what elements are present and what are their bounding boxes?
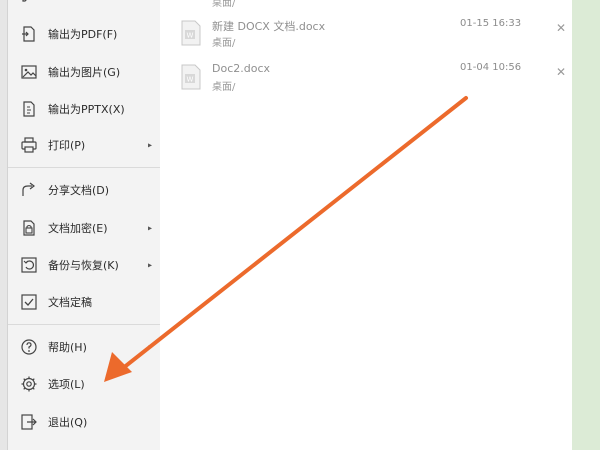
recent-file-row[interactable]: W 新建 DOCX 文档.docx 桌面/ 01-15 16:33 ✕ bbox=[160, 14, 572, 62]
menu-item-label: 输出为PPTX(X) bbox=[48, 103, 125, 116]
file-path-partial: 桌面/ bbox=[212, 0, 236, 9]
docx-file-icon: W bbox=[181, 20, 201, 46]
edit-icon bbox=[20, 0, 38, 3]
printer-icon bbox=[20, 136, 38, 154]
menu-item-export-image[interactable]: 输出为图片(G) bbox=[8, 56, 160, 88]
submenu-arrow-icon: ▸ bbox=[147, 260, 152, 270]
file-path: 桌面/ bbox=[212, 82, 236, 93]
gear-icon bbox=[20, 375, 38, 393]
file-modified-time: 01-15 16:33 bbox=[460, 18, 522, 29]
menu-item-encrypt[interactable]: 文档加密(E) ▸ bbox=[8, 212, 160, 244]
help-icon bbox=[20, 338, 38, 356]
menu-item-label: 分享文档(D) bbox=[48, 184, 110, 197]
encrypt-icon bbox=[20, 219, 38, 237]
menu-item-label: 帮助(H) bbox=[48, 341, 87, 354]
menu-item-partial-top[interactable] bbox=[8, 0, 160, 10]
menu-item-exit[interactable]: 退出(Q) bbox=[8, 406, 160, 438]
menu-item-export-pptx[interactable]: 输出为PPTX(X) bbox=[8, 93, 160, 125]
file-path: 桌面/ bbox=[212, 38, 236, 49]
pdf-export-icon bbox=[20, 25, 38, 43]
close-icon[interactable]: ✕ bbox=[556, 66, 566, 78]
menu-separator bbox=[8, 167, 160, 168]
image-export-icon bbox=[20, 63, 38, 81]
menu-item-label: 退出(Q) bbox=[48, 416, 88, 429]
menu-item-label: 输出为PDF(F) bbox=[48, 28, 118, 41]
svg-text:W: W bbox=[187, 32, 194, 40]
close-icon[interactable]: ✕ bbox=[556, 22, 566, 34]
file-name: Doc2.docx bbox=[212, 62, 271, 75]
submenu-arrow-icon: ▸ bbox=[147, 140, 152, 150]
menu-separator bbox=[8, 324, 160, 325]
menu-item-label: 文档定稿 bbox=[48, 296, 92, 309]
backup-restore-icon bbox=[20, 256, 38, 274]
menu-item-export-pdf[interactable]: 输出为PDF(F) bbox=[8, 18, 160, 50]
file-modified-time: 01-04 10:56 bbox=[460, 62, 522, 73]
menu-item-label: 备份与恢复(K) bbox=[48, 259, 119, 272]
docx-file-icon: W bbox=[181, 64, 201, 90]
menu-item-help[interactable]: 帮助(H) ▸ bbox=[8, 331, 160, 363]
window-left-edge bbox=[0, 0, 8, 450]
menu-item-label: 打印(P) bbox=[48, 139, 86, 152]
submenu-arrow-icon: ▸ bbox=[147, 342, 152, 352]
menu-item-backup-restore[interactable]: 备份与恢复(K) ▸ bbox=[8, 249, 160, 281]
exit-icon bbox=[20, 413, 38, 431]
menu-item-options[interactable]: 选项(L) bbox=[8, 368, 160, 400]
recent-file-row[interactable]: W Doc2.docx 桌面/ 01-04 10:56 ✕ bbox=[160, 58, 572, 106]
menu-item-print[interactable]: 打印(P) ▸ bbox=[8, 129, 160, 161]
menu-item-label: 输出为图片(G) bbox=[48, 66, 121, 79]
pptx-export-icon bbox=[20, 100, 38, 118]
submenu-arrow-icon: ▸ bbox=[147, 223, 152, 233]
svg-text:W: W bbox=[187, 76, 194, 84]
background-green-strip bbox=[572, 0, 600, 450]
file-name: 新建 DOCX 文档.docx bbox=[212, 20, 326, 33]
finalize-icon bbox=[20, 293, 38, 311]
menu-item-label: 选项(L) bbox=[48, 378, 85, 391]
menu-item-finalize[interactable]: 文档定稿 bbox=[8, 286, 160, 318]
menu-item-label: 文档加密(E) bbox=[48, 222, 108, 235]
menu-item-share[interactable]: 分享文档(D) bbox=[8, 174, 160, 206]
share-icon bbox=[20, 181, 38, 199]
